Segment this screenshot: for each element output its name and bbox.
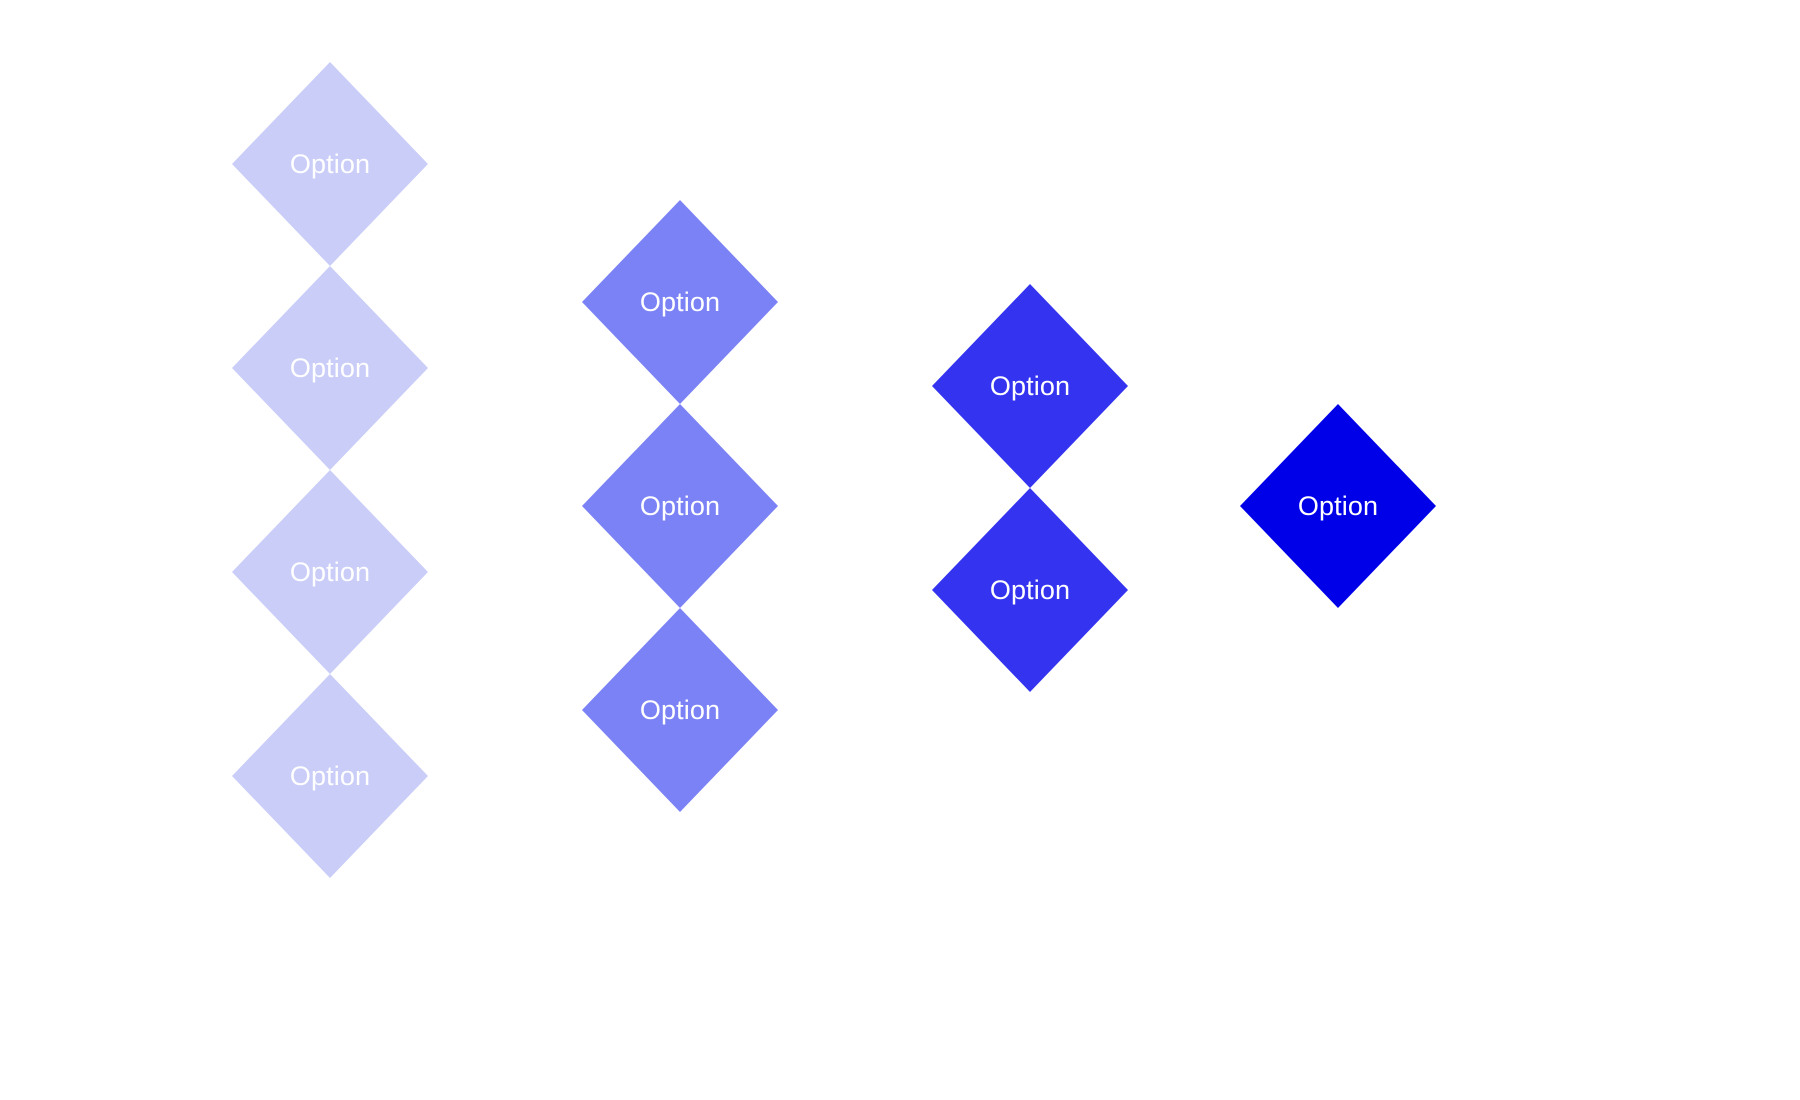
diamond-option[interactable]: Option bbox=[582, 404, 778, 608]
diamond-option-label: Option bbox=[989, 370, 1071, 401]
diamond-option-label: Option bbox=[289, 760, 371, 791]
diamond-option[interactable]: Option bbox=[232, 674, 428, 878]
diamond-option[interactable]: Option bbox=[582, 608, 778, 812]
diamond-column-3: Option Option bbox=[932, 284, 1128, 692]
diamond-option-label: Option bbox=[639, 286, 721, 317]
diamond-option-label: Option bbox=[1297, 490, 1379, 521]
diamond-canvas: Option Option Option Option Option Option Opti… bbox=[0, 0, 1800, 1100]
diamond-option[interactable]: Option bbox=[582, 200, 778, 404]
diamond-option-label: Option bbox=[639, 694, 721, 725]
diamond-column-2: Option Option Option bbox=[582, 200, 778, 812]
diamond-option[interactable]: Option bbox=[232, 62, 428, 266]
diamond-option[interactable]: Option bbox=[232, 266, 428, 470]
diamond-option[interactable]: Option bbox=[232, 470, 428, 674]
diamond-column-4: Option bbox=[1240, 404, 1436, 608]
diamond-option[interactable]: Option bbox=[1240, 404, 1436, 608]
diamond-column-1: Option Option Option Option bbox=[232, 62, 428, 878]
diamond-option-label: Option bbox=[289, 556, 371, 587]
diamond-option-label: Option bbox=[639, 490, 721, 521]
diamond-option[interactable]: Option bbox=[932, 284, 1128, 488]
diamond-option[interactable]: Option bbox=[932, 488, 1128, 692]
diamond-option-label: Option bbox=[989, 574, 1071, 605]
diamond-option-label: Option bbox=[289, 352, 371, 383]
diamond-option-label: Option bbox=[289, 148, 371, 179]
